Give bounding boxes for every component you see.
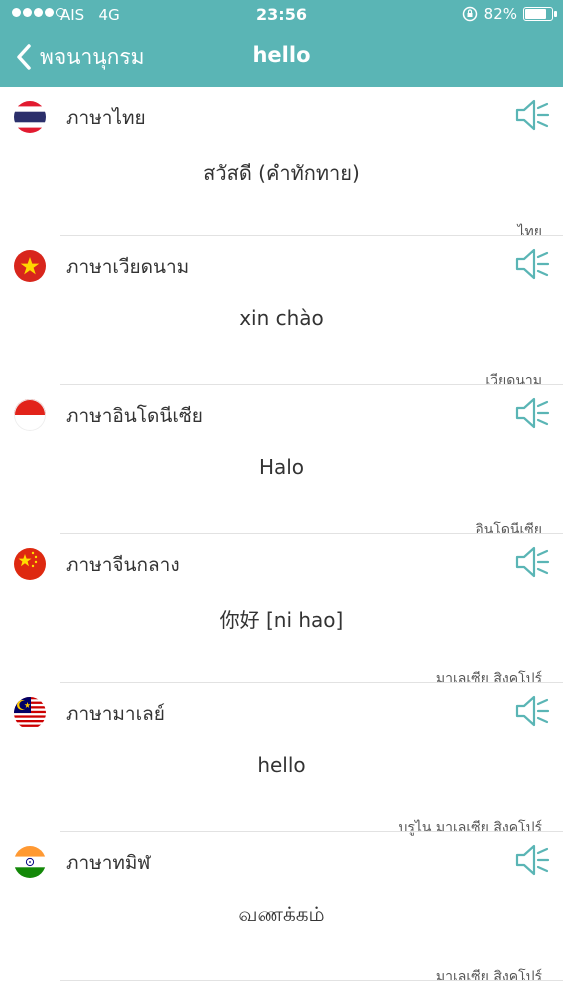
- language-name: ภาษาเวียดนาม: [66, 256, 190, 278]
- language-name: ภาษาจีนกลาง: [66, 554, 180, 576]
- translation-text: xin chào: [239, 306, 324, 330]
- china-flag-icon: [14, 548, 46, 580]
- list-item: ภาษาอินโดนีเซีย Halo อินโดนีเซีย: [0, 385, 563, 538]
- indonesia-flag-icon: [14, 399, 46, 431]
- speaker-icon[interactable]: [514, 544, 550, 580]
- rotation-lock-icon: [462, 6, 477, 22]
- thailand-flag-icon: [14, 101, 46, 133]
- language-name: ภาษาไทย: [66, 107, 146, 129]
- language-name: ภาษาอินโดนีเซีย: [66, 405, 203, 427]
- translation-text: Halo: [258, 455, 305, 479]
- speaker-icon[interactable]: [514, 842, 550, 878]
- translation-list: ภาษาไทย สวัสดี (คำทักทาย) ไทย ภาษาเวียดน…: [0, 87, 563, 985]
- list-item: ภาษาเวียดนาม xin chào เวียดนาม: [0, 236, 563, 389]
- list-item: ภาษาไทย สวัสดี (คำทักทาย) ไทย: [0, 87, 563, 240]
- battery-icon: [523, 7, 557, 21]
- speaker-icon[interactable]: [514, 395, 550, 431]
- malaysia-flag-icon: [14, 697, 46, 729]
- translation-text: 你好 [ni hao]: [219, 608, 344, 632]
- header-bar: AIS 4G 23:56 82% พจนานุกรม hello: [0, 0, 563, 87]
- translation-text: வணக்கம்: [238, 902, 325, 926]
- language-name: ภาษามาเลย์: [66, 703, 165, 725]
- india-flag-icon: [14, 846, 46, 878]
- battery-percent: 82%: [483, 5, 517, 23]
- translation-text: hello: [257, 753, 306, 777]
- speaker-icon[interactable]: [514, 246, 550, 282]
- speaker-icon[interactable]: [514, 97, 550, 133]
- page-title: hello: [252, 43, 311, 67]
- list-item: ภาษาจีนกลาง 你好 [ni hao] มาเลเซีย สิงคโปร…: [0, 534, 563, 687]
- list-item: ภาษาทมิฬ வணக்கம் มาเลเซีย สิงคโปร์: [0, 832, 563, 985]
- language-name: ภาษาทมิฬ: [66, 852, 151, 874]
- divider: [60, 980, 563, 981]
- speaker-icon[interactable]: [514, 693, 550, 729]
- region-label: มาเลเซีย สิงคโปร์: [435, 969, 542, 985]
- vietnam-flag-icon: [14, 250, 46, 282]
- status-right: 82%: [462, 5, 557, 23]
- status-bar: AIS 4G 23:56 82%: [0, 0, 563, 30]
- translation-text: สวัสดี (คำทักทาย): [203, 161, 360, 185]
- list-item: ภาษามาเลย์ hello บรูไน มาเลเซีย สิงคโปร์: [0, 683, 563, 836]
